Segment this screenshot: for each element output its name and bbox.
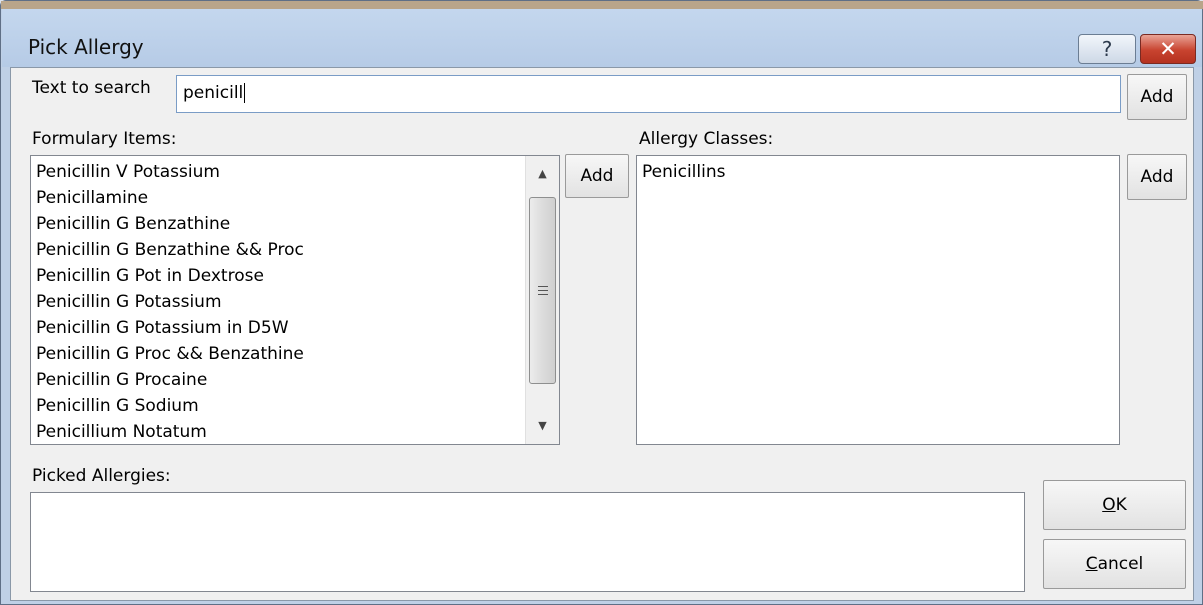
pick-allergy-dialog: Pick Allergy ? ✕ Text to search penicill… bbox=[0, 0, 1203, 605]
formulary-list-item[interactable]: Penicillium Notatum bbox=[31, 419, 559, 444]
formulary-list-item[interactable]: Penicillin G Potassium in D5W bbox=[31, 315, 559, 341]
formulary-items: Penicillin V Potassium Penicillamine Penic… bbox=[31, 156, 559, 444]
formulary-list-item[interactable]: Penicillin G Benzathine && Proc bbox=[31, 237, 559, 263]
text-caret bbox=[244, 83, 246, 103]
formulary-list-item[interactable]: Penicillamine bbox=[31, 185, 559, 211]
allergy-classes-add-label: Add bbox=[1140, 167, 1174, 187]
search-input[interactable]: penicill bbox=[176, 75, 1121, 113]
scroll-thumb[interactable] bbox=[529, 197, 556, 384]
dialog-body: Text to search penicill Add Formulary It… bbox=[10, 67, 1194, 601]
search-value: penicill bbox=[183, 83, 244, 103]
search-add-label: Add bbox=[1140, 87, 1174, 107]
formulary-scrollbar[interactable]: ▲ ▼ bbox=[525, 156, 559, 444]
search-label: Text to search bbox=[32, 78, 151, 98]
ok-label: K bbox=[1115, 495, 1127, 515]
cancel-mnemonic: C bbox=[1085, 554, 1098, 574]
formulary-add-label: Add bbox=[580, 166, 614, 186]
formulary-list[interactable]: Penicillin V Potassium Penicillamine Penic… bbox=[30, 155, 560, 445]
formulary-list-item[interactable]: Penicillin G Pot in Dextrose bbox=[31, 263, 559, 289]
formulary-list-item[interactable]: Penicillin G Benzathine bbox=[31, 211, 559, 237]
allergy-classes-list[interactable]: Penicillins bbox=[636, 155, 1120, 445]
close-button[interactable]: ✕ bbox=[1140, 34, 1196, 64]
help-icon: ? bbox=[1101, 37, 1113, 61]
formulary-add-button[interactable]: Add bbox=[565, 154, 629, 198]
cancel-label: ancel bbox=[1097, 554, 1144, 574]
search-add-button[interactable]: Add bbox=[1127, 74, 1187, 120]
picked-allergies-label: Picked Allergies: bbox=[32, 466, 171, 486]
title-bar[interactable]: Pick Allergy ? ✕ bbox=[2, 9, 1202, 67]
ok-mnemonic: O bbox=[1102, 495, 1116, 515]
close-icon: ✕ bbox=[1159, 37, 1177, 61]
formulary-list-item[interactable]: Penicillin G Proc && Benzathine bbox=[31, 341, 559, 367]
formulary-list-item[interactable]: Penicillin V Potassium bbox=[31, 159, 559, 185]
cancel-button[interactable]: Cancel bbox=[1043, 539, 1186, 589]
window-top-edge bbox=[1, 1, 1203, 9]
formulary-label: Formulary Items: bbox=[32, 129, 177, 149]
picked-allergies-list[interactable] bbox=[30, 492, 1025, 592]
formulary-list-item[interactable]: Penicillin G Potassium bbox=[31, 289, 559, 315]
ok-button[interactable]: OK bbox=[1043, 480, 1186, 530]
scroll-up-icon[interactable]: ▲ bbox=[526, 156, 559, 192]
allergy-classes-label: Allergy Classes: bbox=[639, 129, 774, 149]
formulary-list-item[interactable]: Penicillin G Procaine bbox=[31, 367, 559, 393]
window-title: Pick Allergy bbox=[28, 35, 144, 59]
allergy-classes-add-button[interactable]: Add bbox=[1127, 154, 1187, 200]
formulary-list-item[interactable]: Penicillin G Sodium bbox=[31, 393, 559, 419]
scroll-down-icon[interactable]: ▼ bbox=[526, 408, 559, 444]
allergy-class-list-item[interactable]: Penicillins bbox=[637, 159, 1119, 185]
help-button[interactable]: ? bbox=[1078, 34, 1136, 64]
grip-icon bbox=[538, 286, 548, 295]
allergy-class-items: Penicillins bbox=[637, 156, 1119, 185]
